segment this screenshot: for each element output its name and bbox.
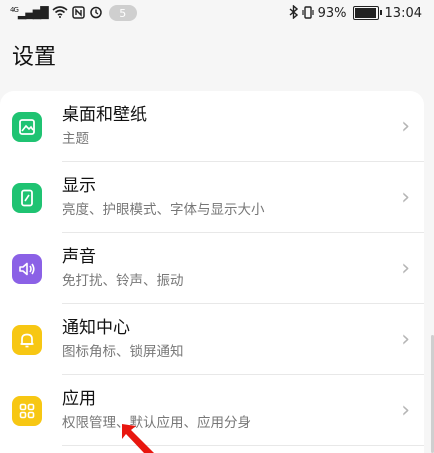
apps-icon <box>12 395 42 426</box>
status-bar-right: 93% 13:04 <box>289 4 422 21</box>
network-type-label: 4G <box>10 6 19 15</box>
cellular-signal-icon: 4G▂▄▆█ <box>10 6 49 20</box>
settings-item-title: 应用 <box>62 389 96 409</box>
status-bar: 4G▂▄▆█ 5 93% 13:04 <box>0 0 434 26</box>
settings-item-title: 显示 <box>62 176 96 196</box>
chevron-right-icon: › <box>401 255 410 281</box>
display-icon <box>12 182 42 213</box>
settings-item-apps[interactable]: 应用 权限管理、默认应用、应用分身 › <box>0 375 424 446</box>
battery-icon <box>352 6 382 20</box>
chevron-right-icon: › <box>401 326 410 352</box>
chevron-right-icon: › <box>401 184 410 210</box>
settings-item-subtitle: 图标角标、锁屏通知 <box>62 344 184 360</box>
notification-count-badge: 5 <box>108 5 137 21</box>
annotation-arrow-icon <box>122 424 154 453</box>
battery-percent: 93% <box>317 5 347 21</box>
bluetooth-icon <box>289 4 298 21</box>
page-title: 设置 <box>12 45 57 70</box>
settings-item-title: 桌面和壁纸 <box>62 105 147 125</box>
chevron-right-icon: › <box>401 397 410 423</box>
clock-time: 13:04 <box>384 5 422 21</box>
wifi-icon <box>52 6 68 20</box>
alarm-icon <box>89 5 103 21</box>
settings-item-title: 声音 <box>62 247 96 267</box>
settings-item-display[interactable]: 显示 亮度、护眼模式、字体与显示大小 › <box>0 162 424 233</box>
wallpaper-icon <box>12 111 42 142</box>
settings-list: 桌面和壁纸 主题 › 显示 亮度、护眼模式、字体与显示大小 › 声音 免打扰、铃… <box>0 91 424 453</box>
settings-item-subtitle: 主题 <box>62 131 89 147</box>
bell-icon <box>12 324 42 355</box>
sound-icon <box>12 253 42 284</box>
nfc-icon <box>71 5 85 21</box>
settings-item-wallpaper[interactable]: 桌面和壁纸 主题 › <box>0 91 424 162</box>
vibrate-icon <box>302 5 314 21</box>
settings-item-title: 通知中心 <box>62 318 130 338</box>
settings-item-subtitle: 免打扰、铃声、振动 <box>62 273 184 289</box>
settings-item-subtitle: 亮度、护眼模式、字体与显示大小 <box>62 202 265 218</box>
settings-item-sound[interactable]: 声音 免打扰、铃声、振动 › <box>0 233 424 304</box>
chevron-right-icon: › <box>401 113 410 139</box>
status-bar-left: 4G▂▄▆█ 5 <box>10 5 137 21</box>
settings-item-notifications[interactable]: 通知中心 图标角标、锁屏通知 › <box>0 304 424 375</box>
